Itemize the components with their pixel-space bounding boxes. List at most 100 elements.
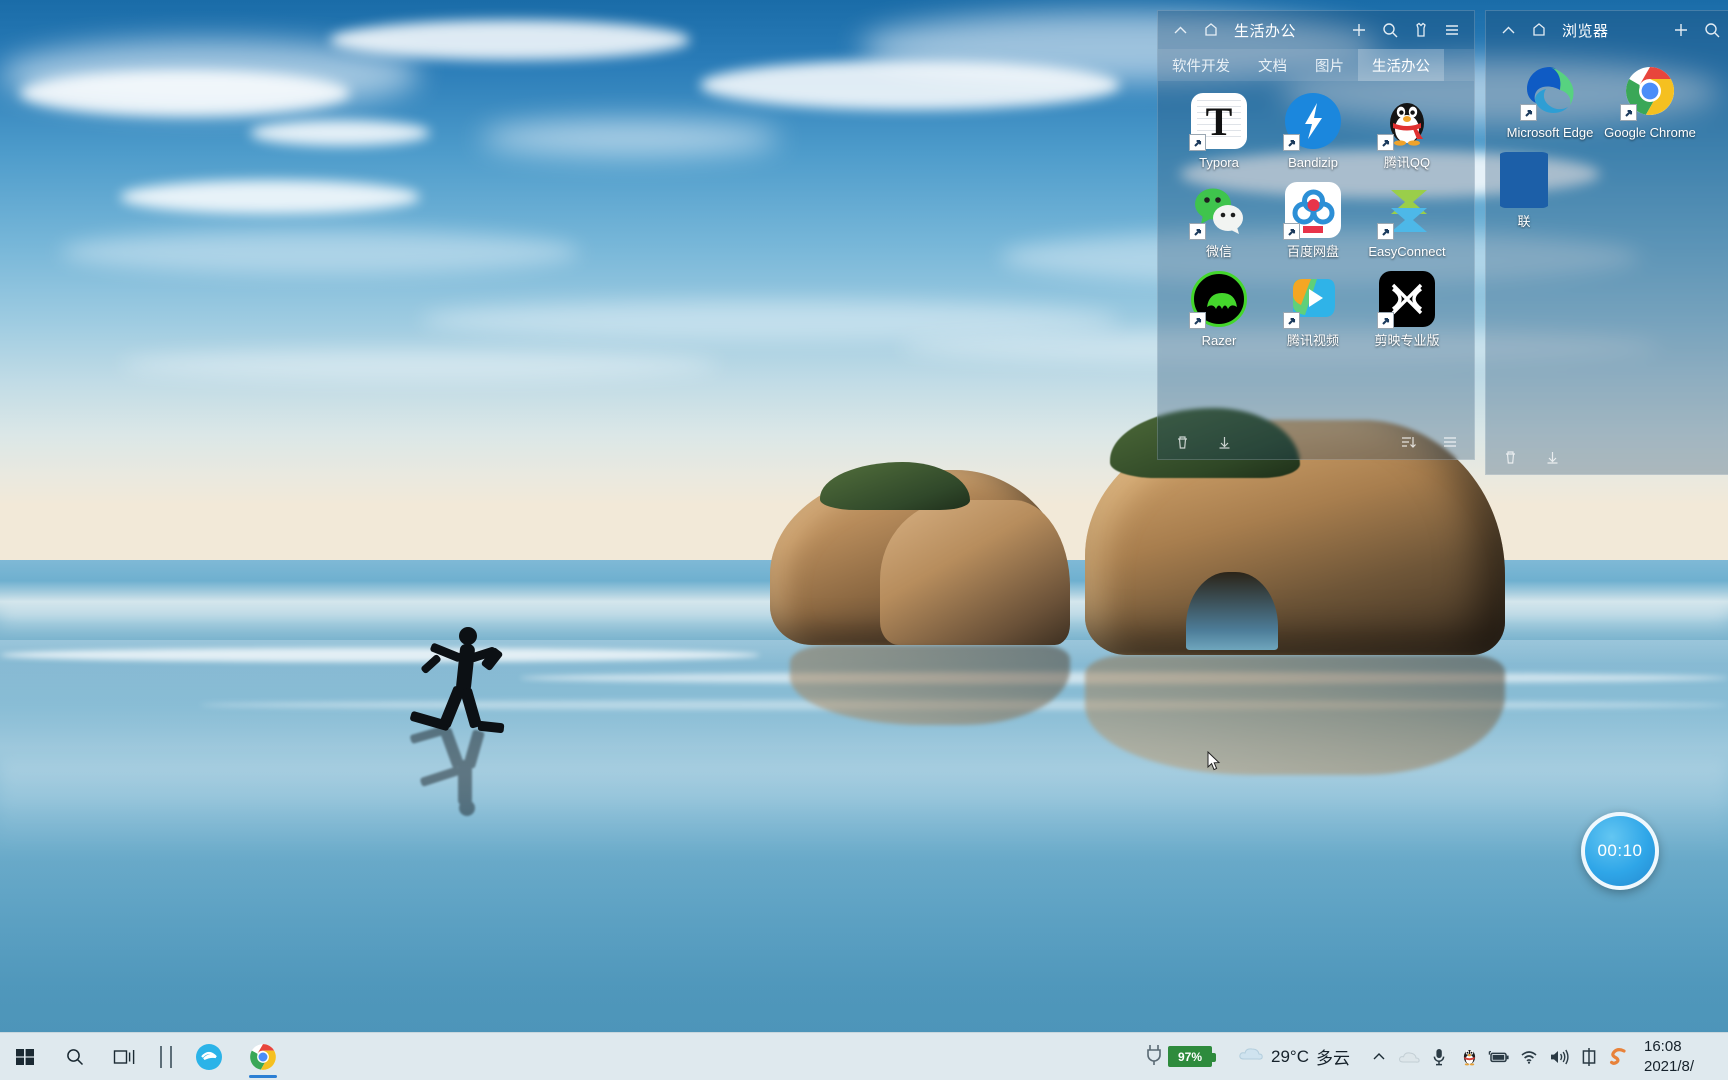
search-icon[interactable] xyxy=(1702,20,1722,40)
sogou-input-icon[interactable] xyxy=(1604,1033,1634,1080)
shortcut-arrow-icon xyxy=(1283,134,1300,151)
wifi-icon[interactable] xyxy=(1514,1033,1544,1080)
ime-chinese-icon[interactable] xyxy=(1574,1033,1604,1080)
desktop-organizer-panel-life-office[interactable]: 生活办公 软件开发 文档 图片 生活办公 T Typora Bandizip 腾… xyxy=(1157,10,1475,460)
list-view-icon[interactable] xyxy=(1440,432,1460,452)
countdown-timer-widget[interactable]: 00:10 xyxy=(1581,812,1659,890)
surf-line xyxy=(0,648,760,662)
search-icon[interactable] xyxy=(1380,20,1400,40)
desktop-icon-label: 百度网盘 xyxy=(1286,244,1339,259)
tab-software-dev[interactable]: 软件开发 xyxy=(1158,49,1244,81)
cloud xyxy=(250,120,430,146)
rock-formation-left-small xyxy=(880,500,1070,645)
onedrive-cloud-icon[interactable] xyxy=(1394,1033,1424,1080)
icon-art-wrapper: T xyxy=(1189,93,1247,151)
shortcut-arrow-icon xyxy=(1189,312,1206,329)
shortcut-arrow-icon xyxy=(1189,223,1206,240)
taskbar-left-group xyxy=(0,1033,290,1080)
panel-icon-grid: Microsoft Edge Google Chrome 联 xyxy=(1486,49,1728,241)
tab-documents[interactable]: 文档 xyxy=(1244,49,1301,81)
panel-header: 生活办公 xyxy=(1158,11,1474,49)
windows-start-icon[interactable] xyxy=(0,1033,50,1080)
divider-icon xyxy=(160,1045,172,1068)
trash-icon[interactable] xyxy=(1172,432,1192,452)
clock-time: 16:08 xyxy=(1644,1037,1682,1055)
cloud xyxy=(330,20,690,60)
icon-art-wrapper xyxy=(1189,271,1247,329)
icon-art-wrapper xyxy=(1283,182,1341,240)
weather-widget[interactable]: 29°C 多云 xyxy=(1238,1044,1350,1069)
desktop-icon-tencent-qq[interactable]: 腾讯QQ xyxy=(1360,93,1454,170)
desktop-icon-typora[interactable]: T Typora xyxy=(1172,93,1266,170)
tab-life-office[interactable]: 生活办公 xyxy=(1358,49,1444,81)
desktop-icon-bandizip[interactable]: Bandizip xyxy=(1266,93,1360,170)
desktop-icon-tencent-video[interactable]: 腾讯视频 xyxy=(1266,271,1360,348)
desktop-icon-wechat[interactable]: 微信 xyxy=(1172,182,1266,259)
desktop-icon-baidu-netdisk[interactable]: 百度网盘 xyxy=(1266,182,1360,259)
cut-off-icon xyxy=(1500,152,1548,208)
collapse-chevron-icon[interactable] xyxy=(1170,20,1190,40)
download-icon[interactable] xyxy=(1214,432,1234,452)
qq-penguin-icon[interactable] xyxy=(1454,1033,1484,1080)
panel-title: 生活办公 xyxy=(1234,22,1297,40)
system-tray xyxy=(1364,1033,1634,1080)
shortcut-arrow-icon xyxy=(1520,104,1537,121)
desktop-icon-jianying[interactable]: 剪映专业版 xyxy=(1360,271,1454,348)
panel-icon-grid: T Typora Bandizip 腾讯QQ 微信 百度网盘 EasyConne… xyxy=(1158,81,1474,360)
mouse-cursor xyxy=(1207,750,1221,772)
panel-header: 浏览器 xyxy=(1486,11,1728,49)
plus-icon[interactable] xyxy=(1349,20,1369,40)
desktop-icon-razer[interactable]: Razer xyxy=(1172,271,1266,348)
desktop-icon-microsoft-edge[interactable]: Microsoft Edge xyxy=(1500,63,1600,140)
weather-condition: 多云 xyxy=(1316,1049,1350,1068)
rock-reflection xyxy=(1085,655,1505,775)
taskbar-app-360-browser[interactable] xyxy=(182,1033,236,1080)
microphone-icon[interactable] xyxy=(1424,1033,1454,1080)
plus-icon[interactable] xyxy=(1671,20,1691,40)
shortcut-arrow-icon xyxy=(1377,134,1394,151)
running-indicator xyxy=(249,1075,277,1078)
icon-art-wrapper xyxy=(1377,182,1435,240)
trash-icon[interactable] xyxy=(1500,447,1520,467)
desktop-icon-google-chrome[interactable]: Google Chrome xyxy=(1600,63,1700,140)
desktop-icon-label: 微信 xyxy=(1205,244,1232,259)
search-icon[interactable] xyxy=(50,1033,100,1080)
panel-title: 浏览器 xyxy=(1562,22,1609,40)
weather-temperature: 29°C xyxy=(1271,1046,1309,1066)
skin-icon[interactable] xyxy=(1411,20,1431,40)
pin-icon[interactable] xyxy=(1201,20,1221,40)
taskbar-app-google-chrome[interactable] xyxy=(236,1033,290,1080)
menu-icon[interactable] xyxy=(1442,20,1462,40)
cloud xyxy=(120,180,420,214)
shortcut-arrow-icon xyxy=(1620,104,1637,121)
download-icon[interactable] xyxy=(1542,447,1562,467)
panel-tab-bar[interactable]: 软件开发 文档 图片 生活办公 xyxy=(1158,49,1474,81)
pin-icon[interactable] xyxy=(1529,20,1549,40)
taskbar[interactable]: 97% 29°C 多云 16:08 2021/8/ xyxy=(0,1032,1728,1080)
desktop-icon-label: Razer xyxy=(1201,333,1237,348)
desktop-icon-label: 剪映专业版 xyxy=(1374,333,1440,348)
taskbar-clock[interactable]: 16:08 2021/8/ xyxy=(1634,1037,1722,1077)
chevron-up-icon[interactable] xyxy=(1364,1033,1394,1080)
shortcut-arrow-icon xyxy=(1377,223,1394,240)
battery-icon[interactable] xyxy=(1484,1033,1514,1080)
panel-footer-toolbar[interactable] xyxy=(1158,425,1474,459)
water-reflection xyxy=(0,760,1728,850)
task-view-icon[interactable] xyxy=(100,1033,150,1080)
volume-icon[interactable] xyxy=(1544,1033,1574,1080)
desktop-icon-label: EasyConnect xyxy=(1368,244,1446,259)
sort-icon[interactable] xyxy=(1398,432,1418,452)
desktop-icon-label: 腾讯视频 xyxy=(1286,333,1339,348)
desktop-icon-easyconnect[interactable]: EasyConnect xyxy=(1360,182,1454,259)
desktop-icon-label: 腾讯QQ xyxy=(1383,155,1431,170)
panel-footer-toolbar[interactable] xyxy=(1486,440,1728,474)
desktop-icon-label: Typora xyxy=(1199,155,1239,170)
battery-status[interactable]: 97% xyxy=(1145,1042,1217,1071)
tab-pictures[interactable]: 图片 xyxy=(1301,49,1358,81)
collapse-chevron-icon[interactable] xyxy=(1498,20,1518,40)
desktop-organizer-panel-browser[interactable]: 浏览器 Microsoft Edge Google Chrome 联 xyxy=(1485,10,1728,475)
cloudy-icon xyxy=(1238,1045,1264,1068)
shortcut-arrow-icon xyxy=(1189,134,1206,151)
desktop-icon-cut-off[interactable]: 联 xyxy=(1500,152,1548,229)
icon-art-wrapper xyxy=(1520,63,1578,121)
